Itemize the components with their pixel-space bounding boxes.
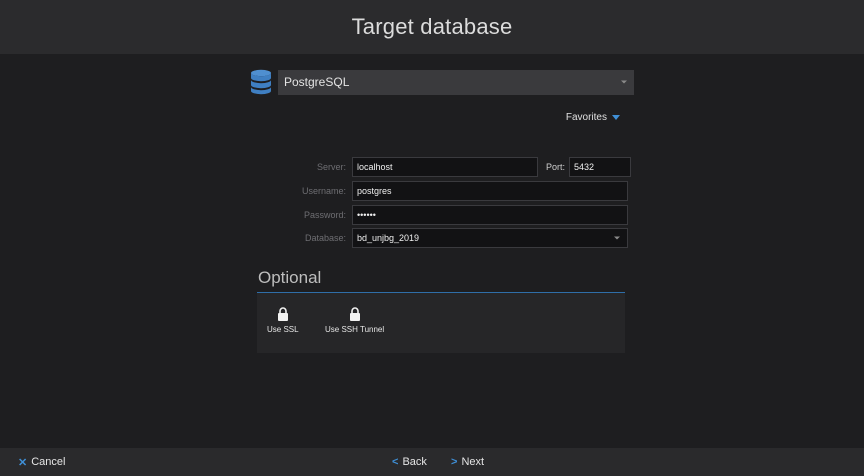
port-input[interactable]: 5432 <box>569 157 632 177</box>
next-label: Next <box>461 456 485 468</box>
use-ssl-label: Use SSL <box>267 325 299 334</box>
database-type-value: PostgreSQL <box>284 75 350 89</box>
database-label: Database: <box>304 233 346 243</box>
password-row: Password: •••••• <box>256 205 628 225</box>
header-bar: Target database <box>0 0 864 54</box>
chevron-left-icon: < <box>392 456 399 468</box>
favorites-label: Favorites <box>565 112 607 123</box>
page-title: Target database <box>351 14 513 39</box>
use-ssh-tunnel-button[interactable]: Use SSH Tunnel <box>325 307 384 334</box>
password-input[interactable]: •••••• <box>352 205 628 225</box>
use-ssl-button[interactable]: Use SSL <box>267 307 299 334</box>
server-input[interactable]: localhost <box>352 157 538 177</box>
chevron-right-icon: > <box>451 456 458 468</box>
optional-section-title: Optional <box>258 268 322 287</box>
password-value: •••••• <box>357 210 376 220</box>
footer-bar: ✕ Cancel < Back > Next <box>0 448 864 476</box>
database-type-selector: PostgreSQL <box>250 68 634 96</box>
chevron-down-icon <box>614 236 620 240</box>
close-icon: ✕ <box>18 456 28 469</box>
database-dropdown[interactable]: bd_unjbg_2019 <box>352 228 628 248</box>
use-ssh-tunnel-label: Use SSH Tunnel <box>325 325 385 334</box>
port-value: 5432 <box>574 162 595 172</box>
next-button[interactable]: > Next <box>451 448 484 476</box>
cancel-label: Cancel <box>31 456 66 468</box>
server-row: Server: localhost Port: 5432 <box>256 157 632 177</box>
database-row: Database: bd_unjbg_2019 <box>256 228 628 248</box>
database-icon <box>251 69 271 95</box>
database-value: bd_unjbg_2019 <box>357 233 420 243</box>
password-label: Password: <box>303 210 346 220</box>
cancel-button[interactable]: ✕ Cancel <box>18 448 65 476</box>
lock-icon <box>277 307 288 321</box>
optional-panel: Use SSL Use SSH Tunnel <box>257 293 625 353</box>
port-label: Port: <box>546 162 566 172</box>
chevron-down-icon <box>612 115 620 120</box>
back-button[interactable]: < Back <box>392 448 427 476</box>
back-label: Back <box>402 456 427 468</box>
username-row: Username: postgres <box>256 181 628 201</box>
username-label: Username: <box>301 186 346 196</box>
server-label: Server: <box>316 162 346 172</box>
favorites-button[interactable]: Favorites <box>566 112 620 123</box>
server-value: localhost <box>357 162 393 172</box>
database-type-dropdown[interactable]: PostgreSQL <box>278 69 634 95</box>
username-value: postgres <box>357 186 392 196</box>
username-input[interactable]: postgres <box>352 181 628 201</box>
lock-icon <box>349 307 360 321</box>
target-database-screen: Target database PostgreSQL Favorites Ser… <box>0 0 864 476</box>
chevron-down-icon <box>621 80 627 84</box>
